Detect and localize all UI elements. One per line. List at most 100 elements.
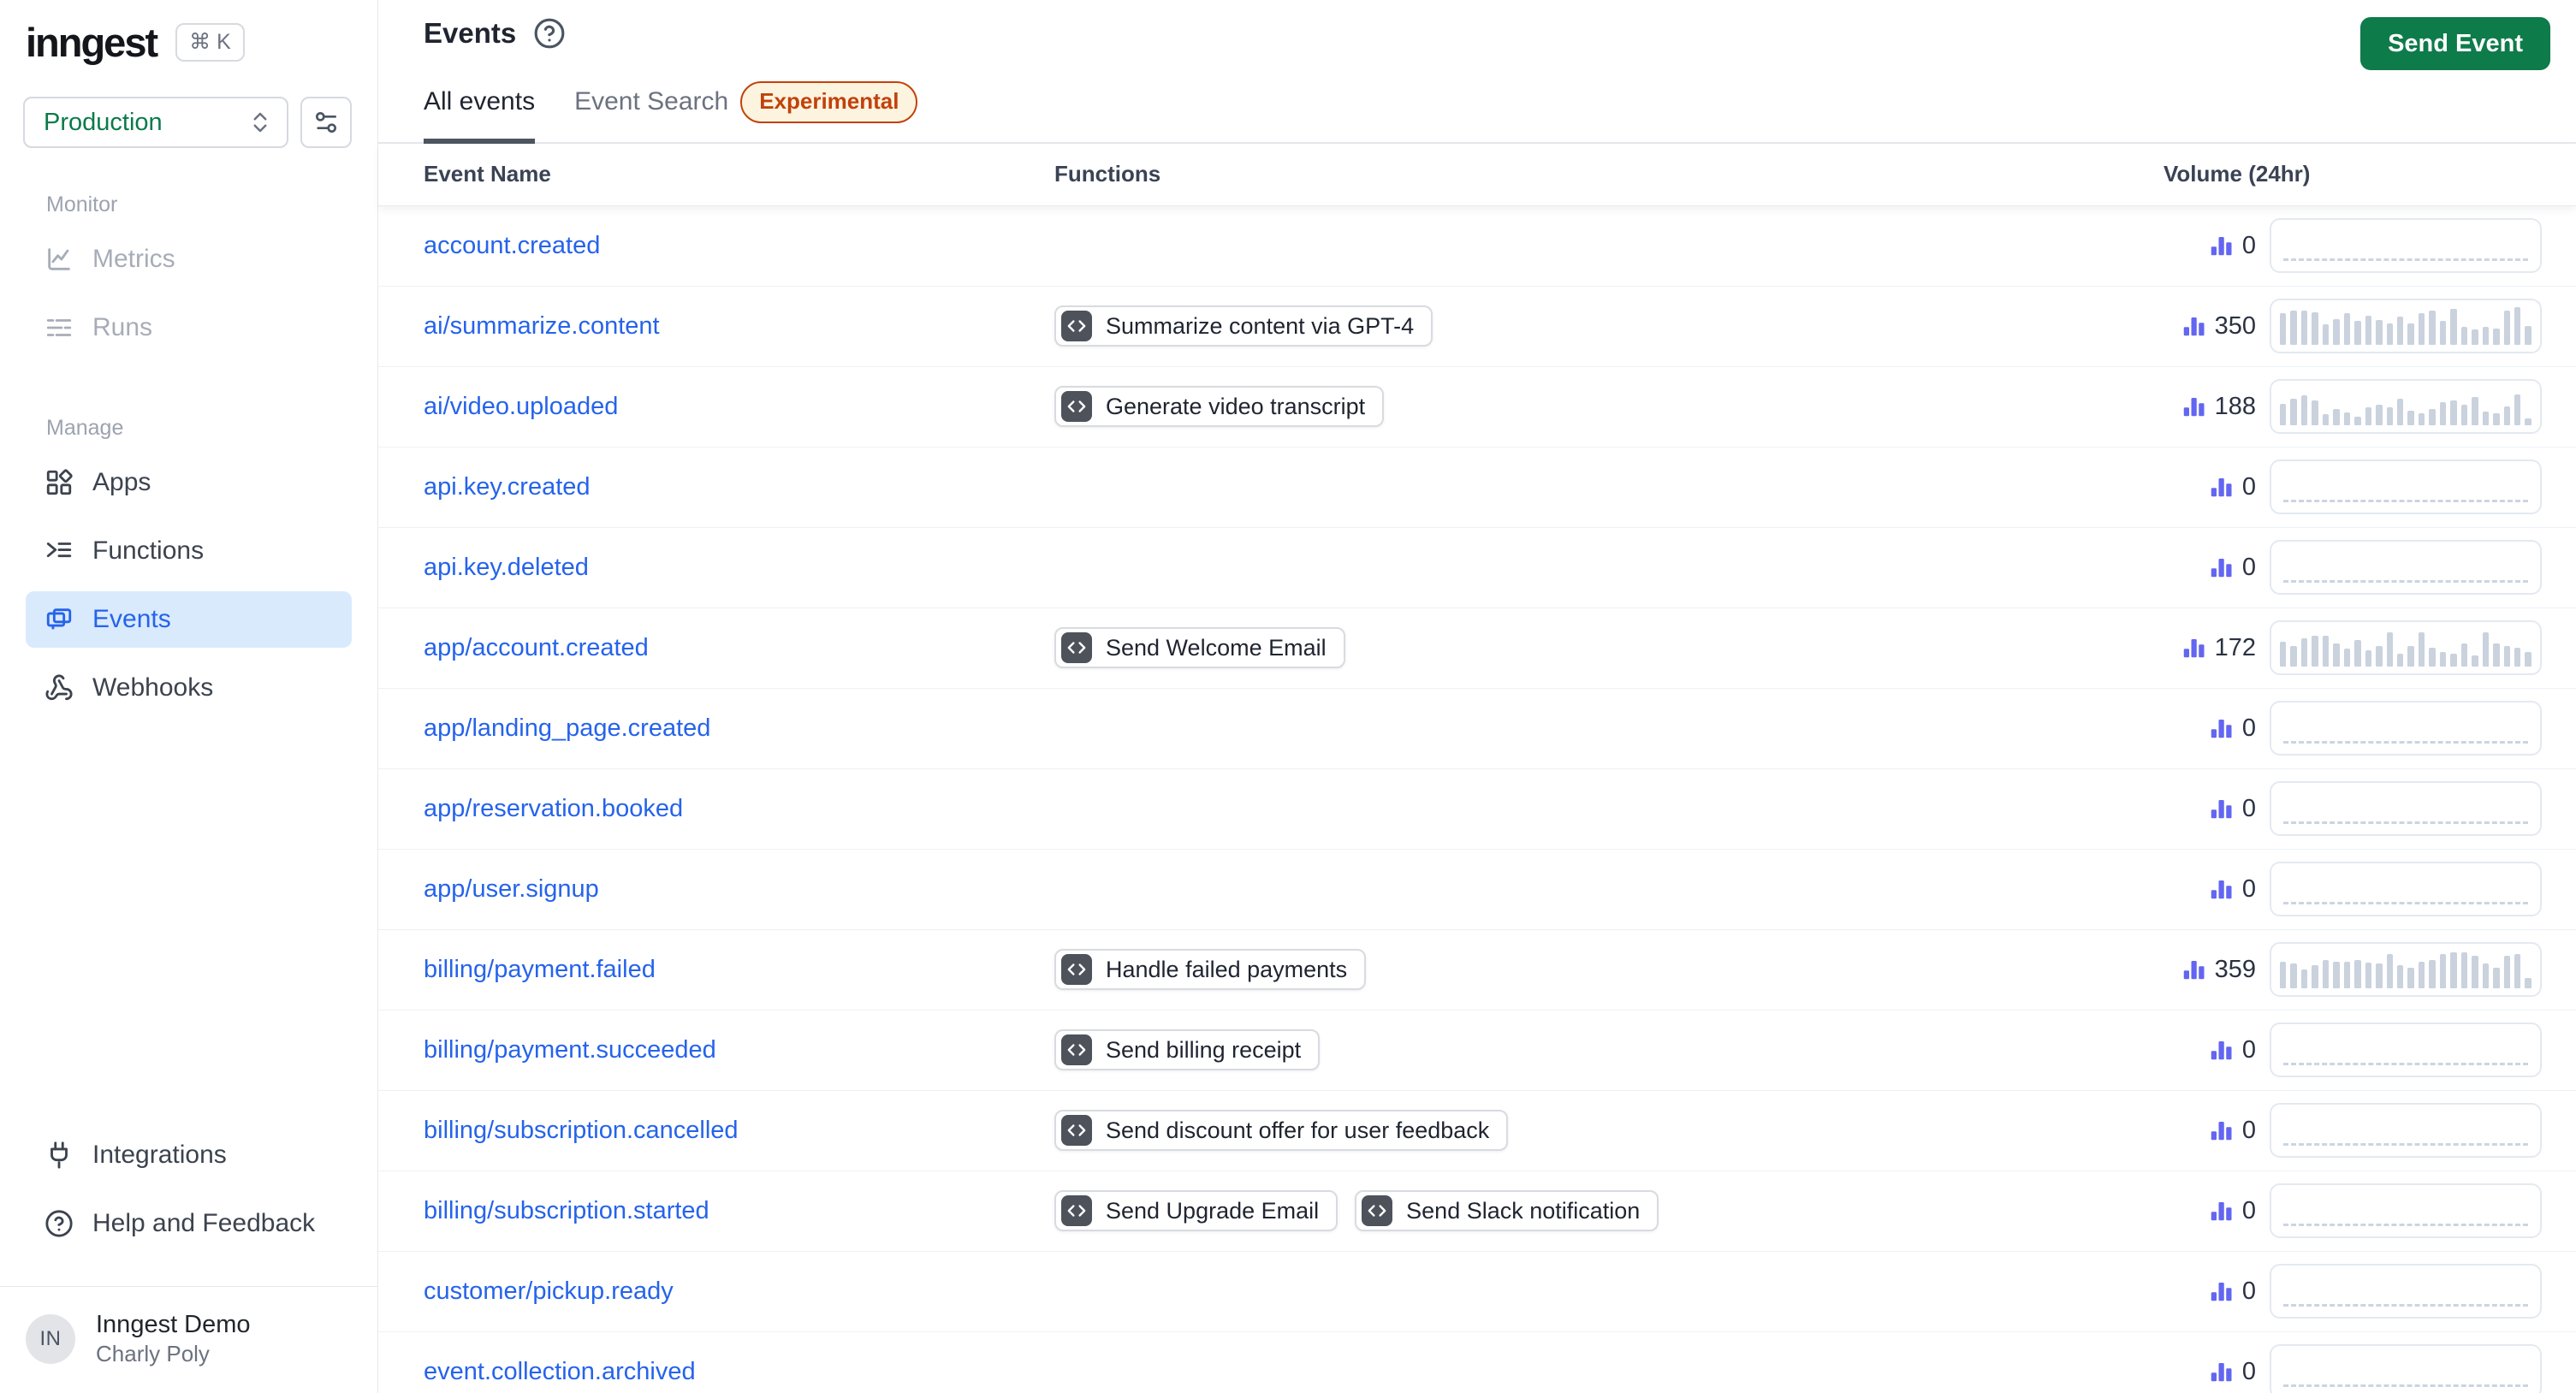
section-label-monitor: Monitor: [46, 193, 118, 216]
sidebar: inngest ⌘ K Production Monitor Metrics R…: [0, 0, 378, 1393]
sparkline-bar: [2343, 962, 2351, 989]
sparkline-bar: [2386, 407, 2393, 426]
event-name-link[interactable]: customer/pickup.ready: [424, 1277, 674, 1305]
table-row: app/account.created Send Welcome Email 1…: [378, 608, 2576, 689]
sparkline-bar: [2460, 643, 2468, 667]
section-label-manage: Manage: [46, 416, 124, 440]
event-name-link[interactable]: billing/subscription.started: [424, 1197, 709, 1224]
command-palette-shortcut[interactable]: ⌘ K: [175, 23, 245, 62]
volume-sparkline: [2270, 459, 2542, 515]
send-event-button[interactable]: Send Event: [2360, 17, 2550, 70]
sidebar-item-runs[interactable]: Runs: [26, 299, 352, 356]
tab-all-events[interactable]: All events: [424, 81, 536, 144]
function-pill[interactable]: Send Slack notification: [1355, 1190, 1659, 1232]
table-row: api.key.created 0: [378, 448, 2576, 528]
sparkline-bar: [2482, 412, 2490, 426]
sparkline-bar: [2514, 394, 2521, 426]
volume-cell: 0: [2163, 1264, 2542, 1319]
sparkline-bar: [2376, 405, 2383, 426]
event-name-link[interactable]: ai/video.uploaded: [424, 393, 618, 420]
function-pill[interactable]: Summarize content via GPT-4: [1054, 305, 1433, 347]
sparkline-bar: [2365, 407, 2372, 426]
volume-cell: 0: [2163, 862, 2542, 917]
sparkline-bar: [2365, 650, 2372, 667]
volume-count: 350: [2214, 311, 2256, 340]
event-name-link[interactable]: app/landing_page.created: [424, 714, 710, 742]
table-row: event.collection.archived 0: [378, 1332, 2576, 1393]
column-header-volume: Volume (24hr): [2163, 161, 2311, 187]
functions-cell: Send billing receipt: [1054, 1029, 2163, 1071]
sparkline-bar: [2439, 954, 2447, 989]
event-name-link[interactable]: billing/payment.failed: [424, 956, 656, 983]
environment-select[interactable]: Production: [23, 97, 288, 148]
sparkline-bar: [2376, 320, 2383, 346]
table-row: account.created 0: [378, 206, 2576, 287]
list-dashes-icon: [45, 313, 74, 342]
volume-count: 0: [2241, 714, 2256, 742]
user-profile[interactable]: IN Inngest Demo Charly Poly: [0, 1287, 377, 1393]
sidebar-item-label: Integrations: [92, 1140, 227, 1169]
code-icon: [1061, 1115, 1092, 1147]
functions-cell: Handle failed payments: [1054, 949, 2163, 991]
sparkline-bar: [2300, 969, 2308, 989]
sliders-icon: [312, 109, 340, 136]
sparkline-bar: [2386, 632, 2393, 667]
function-pill[interactable]: Handle failed payments: [1054, 949, 1367, 991]
event-name-link[interactable]: ai/summarize.content: [424, 312, 660, 340]
bar-chart-icon: [2208, 1117, 2234, 1143]
event-name-link[interactable]: billing/subscription.cancelled: [424, 1117, 739, 1144]
functions-cell: Summarize content via GPT-4: [1054, 305, 2163, 347]
sparkline-bar: [2354, 321, 2361, 346]
sidebar-item-integrations[interactable]: Integrations: [26, 1127, 352, 1183]
column-header-functions: Functions: [1054, 161, 1161, 187]
sparkline-bar: [2514, 954, 2521, 989]
event-name-link[interactable]: billing/payment.succeeded: [424, 1036, 716, 1064]
sparkline-bar: [2396, 317, 2404, 346]
sparkline-bar: [2429, 648, 2436, 667]
sparkline-bar: [2460, 405, 2468, 426]
event-name-link[interactable]: api.key.deleted: [424, 554, 589, 581]
volume-sparkline: [2270, 942, 2542, 998]
event-name-link[interactable]: event.collection.archived: [424, 1358, 696, 1385]
tab-event-search[interactable]: Event Search Experimental: [574, 80, 918, 144]
sparkline-bar: [2407, 646, 2414, 667]
environment-settings-button[interactable]: [300, 97, 352, 148]
bar-chart-icon: [2181, 957, 2206, 982]
code-icon: [1061, 954, 1092, 986]
sidebar-item-events[interactable]: Events: [26, 591, 352, 648]
function-pill[interactable]: Send discount offer for user feedback: [1054, 1110, 1509, 1152]
bar-chart-icon: [2208, 233, 2234, 258]
sparkline-bar: [2493, 968, 2500, 989]
sparkline-bar: [2376, 963, 2383, 989]
function-pill[interactable]: Send billing receipt: [1054, 1029, 1321, 1071]
volume-cell: 0: [2163, 1023, 2542, 1078]
volume-count: 172: [2214, 633, 2256, 661]
sidebar-item-help-and-feedback[interactable]: Help and Feedback: [26, 1195, 352, 1252]
table-row: billing/subscription.started Send Upgrad…: [378, 1171, 2576, 1252]
sparkline-bar: [2333, 643, 2340, 667]
sidebar-section-monitor: Monitor Metrics Runs: [0, 193, 377, 368]
event-name-link[interactable]: app/reservation.booked: [424, 795, 683, 822]
sidebar-item-functions[interactable]: Functions: [26, 523, 352, 579]
sidebar-item-webhooks[interactable]: Webhooks: [26, 660, 352, 716]
sparkline-bar: [2343, 412, 2351, 426]
sparkline-bar: [2482, 632, 2490, 667]
event-name-link[interactable]: account.created: [424, 232, 600, 259]
function-pill[interactable]: Send Upgrade Email: [1054, 1190, 1338, 1232]
event-name-link[interactable]: app/user.signup: [424, 875, 599, 903]
sidebar-item-apps[interactable]: Apps: [26, 454, 352, 511]
sparkline-bar: [2418, 413, 2425, 426]
function-pill[interactable]: Send Welcome Email: [1054, 627, 1345, 669]
function-pill[interactable]: Generate video transcript: [1054, 386, 1385, 428]
volume-cell: 0: [2163, 540, 2542, 596]
event-name-link[interactable]: api.key.created: [424, 473, 591, 501]
volume-sparkline: [2270, 701, 2542, 756]
sparkline-bar: [2365, 963, 2372, 989]
sidebar-item-metrics[interactable]: Metrics: [26, 231, 352, 287]
help-icon[interactable]: [533, 17, 566, 50]
volume-cell: 0: [2163, 1344, 2542, 1393]
volume-count: 0: [2241, 1116, 2256, 1144]
volume-count: 0: [2241, 1277, 2256, 1305]
sparkline-bar: [2280, 962, 2287, 989]
event-name-link[interactable]: app/account.created: [424, 634, 649, 661]
